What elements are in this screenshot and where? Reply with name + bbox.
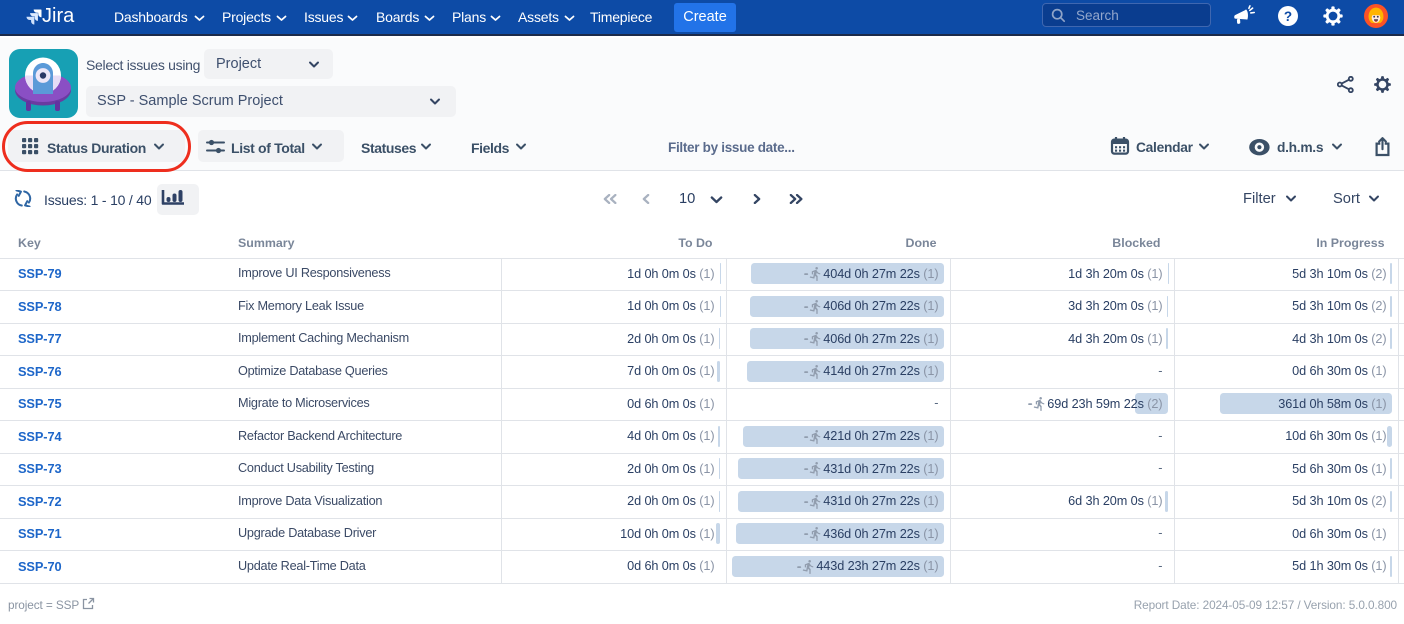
svg-text:?: ? xyxy=(1284,9,1292,24)
